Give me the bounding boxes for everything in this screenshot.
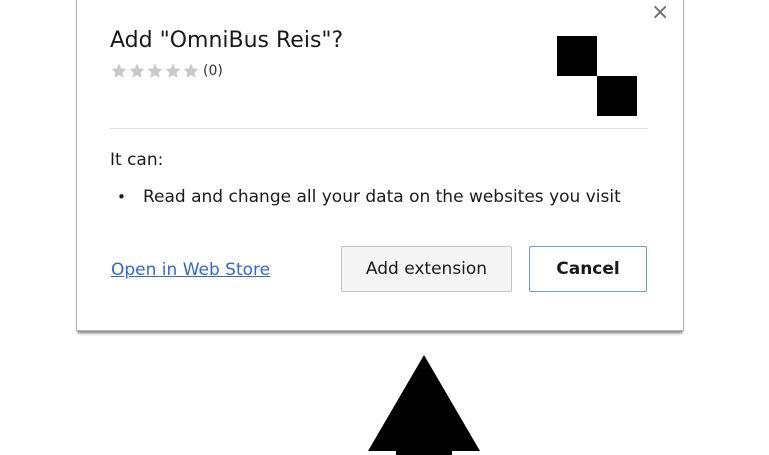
cancel-button[interactable]: Cancel [529,246,647,292]
permission-item: • Read and change all your data on the w… [117,187,621,207]
star-rating [110,62,200,80]
permissions-heading: It can: [110,150,164,170]
close-icon[interactable]: × [651,2,669,24]
open-in-web-store-link[interactable]: Open in Web Store [111,260,270,280]
star-icon [165,63,181,78]
star-icon [183,63,199,78]
up-arrow-icon [368,355,480,455]
screen: × Add "OmniBus Reis"? (0) It can: • Read… [0,0,769,455]
add-extension-button[interactable]: Add extension [341,246,512,292]
rating-count: (0) [203,63,223,79]
dialog-title: Add "OmniBus Reis"? [110,28,344,53]
checkerboard-icon [557,36,637,116]
star-icon [129,63,145,78]
add-extension-dialog: × Add "OmniBus Reis"? (0) It can: • Read… [76,0,684,331]
rating: (0) [110,62,223,80]
bullet: • [117,188,126,206]
permission-text: Read and change all your data on the web… [143,187,621,207]
divider [110,128,648,129]
star-icon [147,63,163,78]
star-icon [111,63,127,78]
